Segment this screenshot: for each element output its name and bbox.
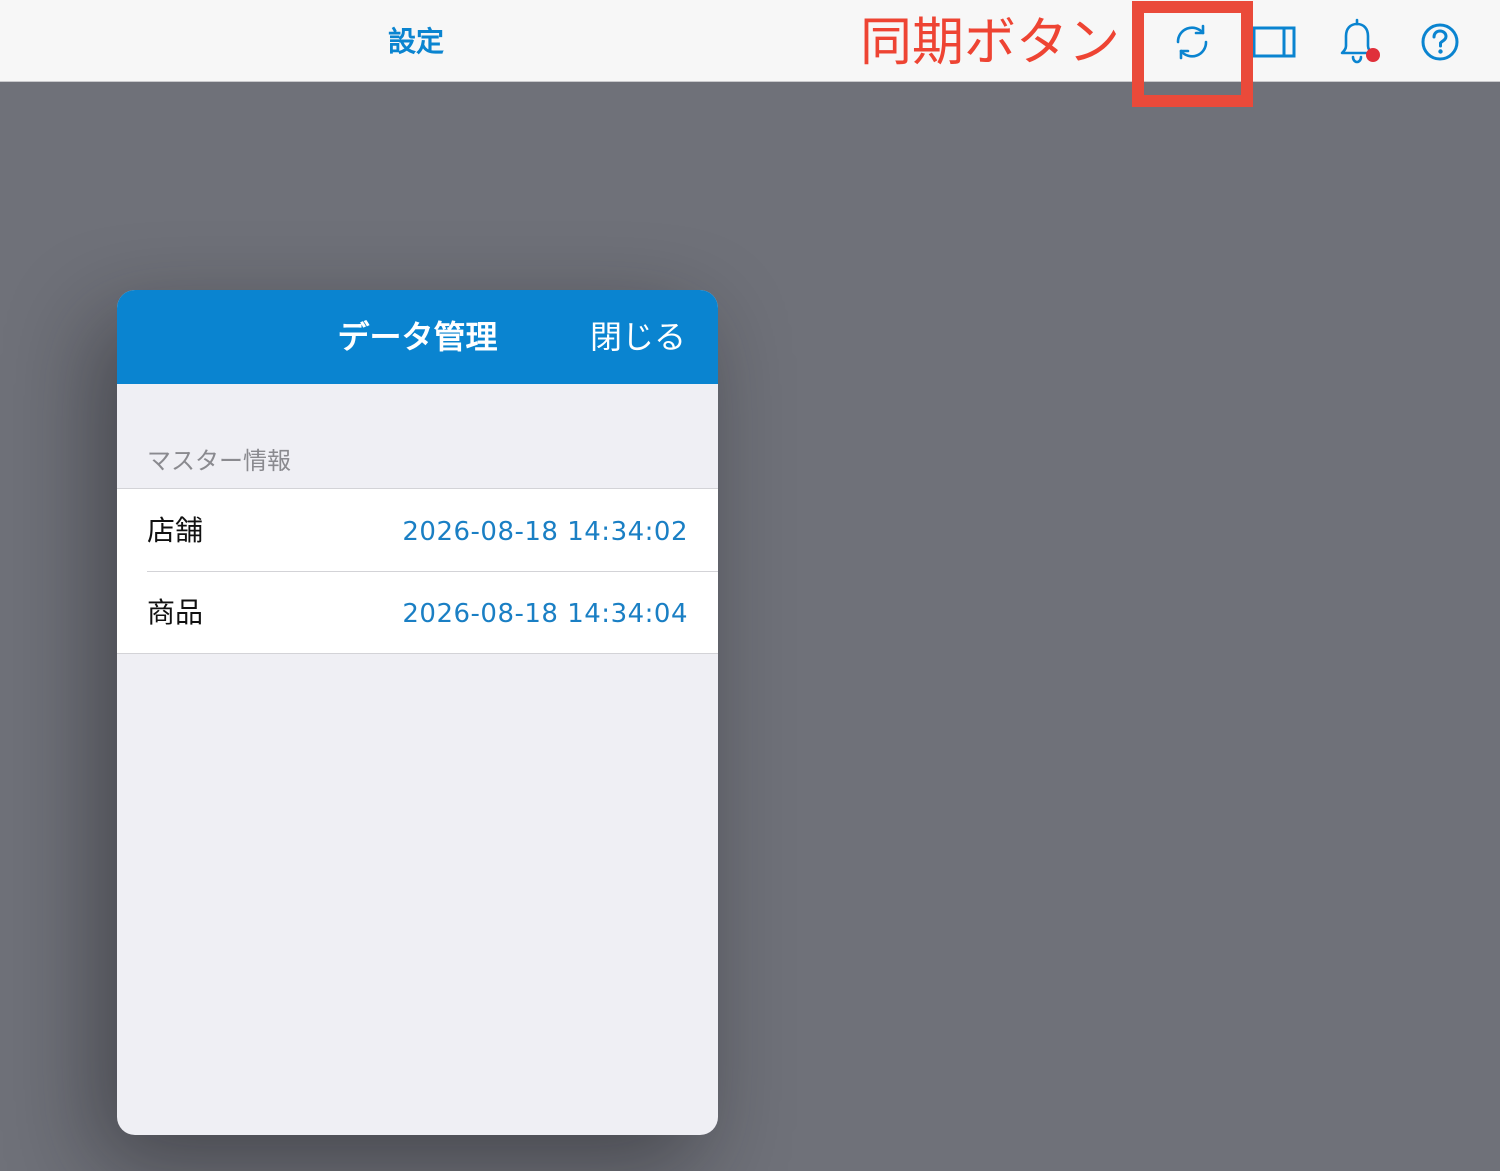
sidebar-toggle-button[interactable] bbox=[1250, 18, 1298, 66]
table-row-product: 商品 2026-08-18 14:34:04 bbox=[117, 571, 718, 653]
close-button[interactable]: 閉じる bbox=[590, 314, 686, 360]
master-info-table: 店舗 2026-08-18 14:34:02 商品 2026-08-18 14:… bbox=[117, 488, 718, 654]
notification-badge bbox=[1366, 48, 1380, 62]
data-management-modal: データ管理 閉じる マスター情報 店舗 2026-08-18 14:34:02 … bbox=[117, 290, 718, 1135]
help-icon bbox=[1421, 23, 1459, 61]
row-label: 店舗 bbox=[147, 514, 204, 547]
row-value: 2026-08-18 14:34:02 bbox=[402, 517, 688, 547]
row-value: 2026-08-18 14:34:04 bbox=[402, 599, 688, 629]
bell-icon bbox=[1340, 18, 1380, 64]
sync-button-annotation-highlight bbox=[1132, 1, 1253, 107]
page-title: 設定 bbox=[387, 25, 444, 58]
section-header-master-info: マスター情報 bbox=[147, 447, 291, 475]
table-row-store: 店舗 2026-08-18 14:34:02 bbox=[117, 489, 718, 571]
notification-button[interactable] bbox=[1334, 18, 1382, 66]
sidebar-panel-icon bbox=[1252, 26, 1296, 58]
row-label: 商品 bbox=[147, 596, 204, 629]
top-navigation-bar: 設定 bbox=[0, 0, 1500, 82]
help-button[interactable] bbox=[1416, 18, 1464, 66]
sync-button-annotation-label: 同期ボタン bbox=[860, 13, 1121, 73]
modal-header: データ管理 閉じる bbox=[117, 290, 718, 384]
